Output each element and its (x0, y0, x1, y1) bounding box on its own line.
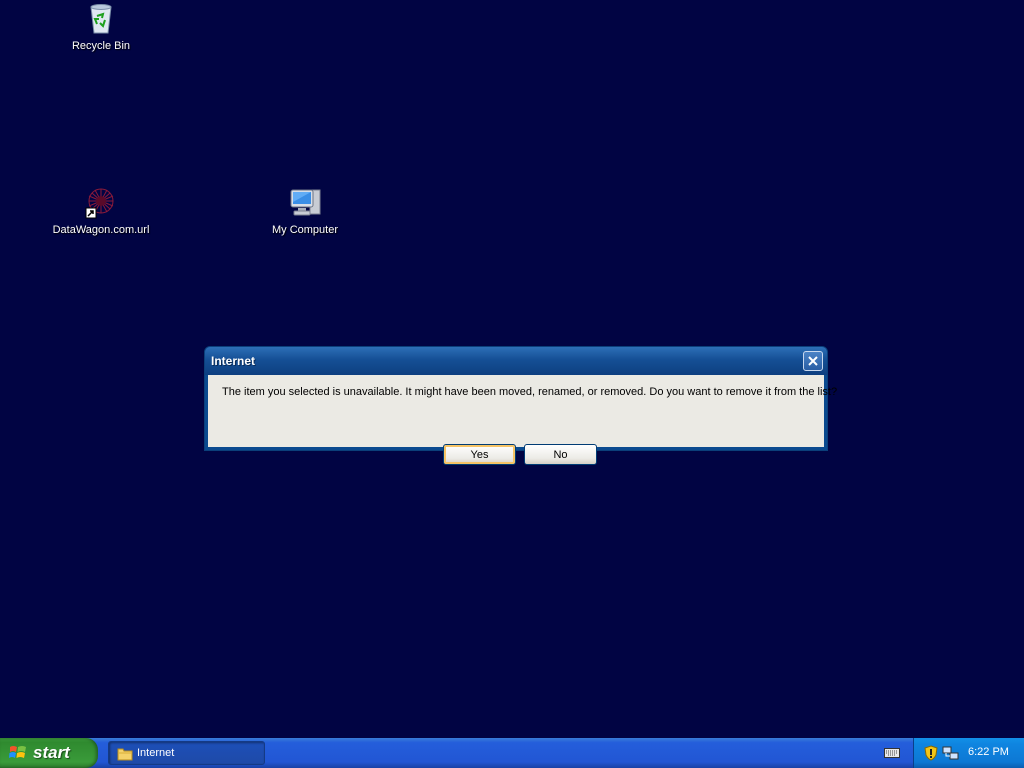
keyboard-icon[interactable] (884, 746, 900, 764)
folder-icon (117, 747, 133, 766)
datawagon-shortcut[interactable]: DataWagon.com.url (46, 186, 156, 236)
my-computer-icon (288, 186, 322, 220)
recycle-bin-icon (84, 2, 118, 36)
windows-logo-icon (9, 744, 27, 762)
datawagon-label: DataWagon.com.url (52, 224, 150, 236)
desktop[interactable]: Recycle Bin DataWagon.com.url My Compute… (0, 0, 1024, 738)
dialog-title: Internet (211, 354, 256, 368)
yes-button[interactable]: Yes (443, 444, 516, 465)
taskbar-button-internet[interactable]: Internet (108, 741, 265, 765)
system-tray: 6:22 PM (913, 738, 1024, 768)
dialog-titlebar[interactable]: Internet (205, 347, 827, 375)
close-button[interactable] (803, 351, 823, 371)
dialog-body: The item you selected is unavailable. It… (208, 375, 837, 465)
dialog-message: The item you selected is unavailable. It… (222, 386, 838, 398)
my-computer-label: My Computer (271, 224, 339, 236)
start-button[interactable]: start (0, 738, 98, 768)
tray-clock[interactable]: 6:22 PM (968, 746, 1009, 758)
internet-dialog: Internet The item you selected is unavai… (204, 346, 837, 465)
security-shield-icon[interactable] (924, 745, 938, 766)
taskbar-button-label: Internet (137, 747, 175, 759)
taskbar: start Internet 6:22 PM (0, 738, 1024, 768)
my-computer-shortcut[interactable]: My Computer (250, 186, 360, 236)
close-icon (808, 356, 818, 366)
start-label: start (33, 743, 70, 762)
network-icon[interactable] (942, 745, 960, 766)
recycle-bin-shortcut[interactable]: Recycle Bin (46, 2, 156, 52)
no-button[interactable]: No (524, 444, 597, 465)
recycle-bin-label: Recycle Bin (71, 40, 131, 52)
internet-shortcut-icon (84, 186, 118, 220)
